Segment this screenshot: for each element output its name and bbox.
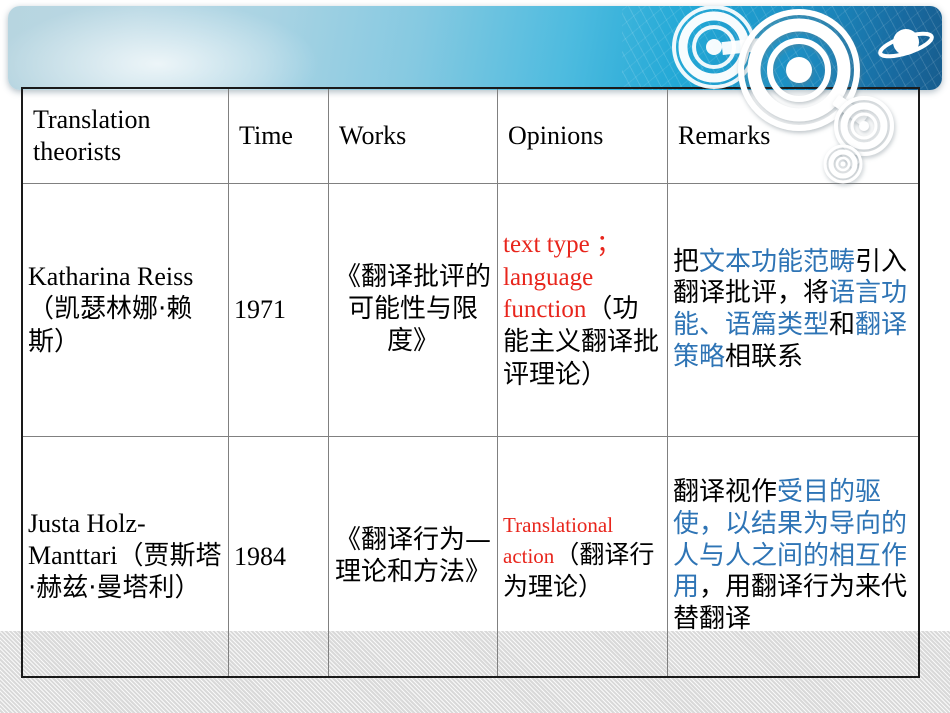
- table-header-row: Translation theorists Time Works Opinion…: [22, 88, 919, 184]
- table-row: Katharina Reiss（凯瑟林娜·赖斯） 1971 《翻译批评的可能性与…: [22, 183, 919, 437]
- cell-works: 《翻译行为—理论和方法》: [328, 436, 498, 677]
- theorist-name-cn: （凯瑟林娜·赖斯）: [28, 294, 193, 357]
- slide-canvas: Translation theorists Time Works Opinion…: [0, 0, 950, 713]
- translation-theorists-table-container: Translation theorists Time Works Opinion…: [21, 87, 920, 678]
- cell-works: 《翻译批评的可能性与限度》: [328, 183, 498, 437]
- translation-theorists-table: Translation theorists Time Works Opinion…: [21, 87, 920, 678]
- cell-remarks: 把文本功能范畴引入翻译批评，将语言功能、语篇类型和翻译策略相联系: [667, 183, 919, 437]
- cell-time: 1984: [228, 436, 329, 677]
- column-header-remarks: Remarks: [667, 88, 919, 184]
- cell-opinions: text type ；language function（功能主义翻译批评理论）: [497, 183, 668, 437]
- column-header-opinions: Opinions: [497, 88, 668, 184]
- cell-time: 1971: [228, 183, 329, 437]
- remarks-plain-run: 和: [829, 310, 856, 340]
- remarks-plain-run: 把: [673, 246, 700, 277]
- column-header-time: Time: [228, 88, 329, 184]
- remarks-rich-text: 翻译视作受目的驱使，以结果为导向的人与人之间的相互作用，用翻译行为来代替翻译: [673, 477, 907, 634]
- column-header-works: Works: [328, 88, 498, 184]
- remarks-highlight-run: 文本功能范畴: [699, 246, 856, 277]
- table-row: Justa Holz-Manttari（贾斯塔·赫兹·曼塔利） 1984 《翻译…: [22, 436, 919, 677]
- cell-remarks: 翻译视作受目的驱使，以结果为导向的人与人之间的相互作用，用翻译行为来代替翻译: [667, 436, 919, 677]
- remarks-plain-run: ，用翻译行为来代替翻译: [673, 572, 908, 635]
- banner-mesh-texture: [622, 6, 942, 90]
- cell-opinions: Translational action（翻译行为理论）: [497, 436, 668, 677]
- column-header-theorists: Translation theorists: [22, 88, 229, 184]
- slide-title-banner: [8, 6, 942, 90]
- remarks-plain-run: 翻译视作: [673, 477, 778, 508]
- remarks-rich-text: 把文本功能范畴引入翻译批评，将语言功能、语篇类型和翻译策略相联系: [673, 247, 907, 372]
- remarks-plain-run: 相联系: [725, 341, 804, 372]
- cell-theorist: Justa Holz-Manttari（贾斯塔·赫兹·曼塔利）: [22, 436, 229, 677]
- theorist-name-en: Katharina Reiss: [28, 262, 194, 292]
- cell-theorist: Katharina Reiss（凯瑟林娜·赖斯）: [22, 183, 229, 437]
